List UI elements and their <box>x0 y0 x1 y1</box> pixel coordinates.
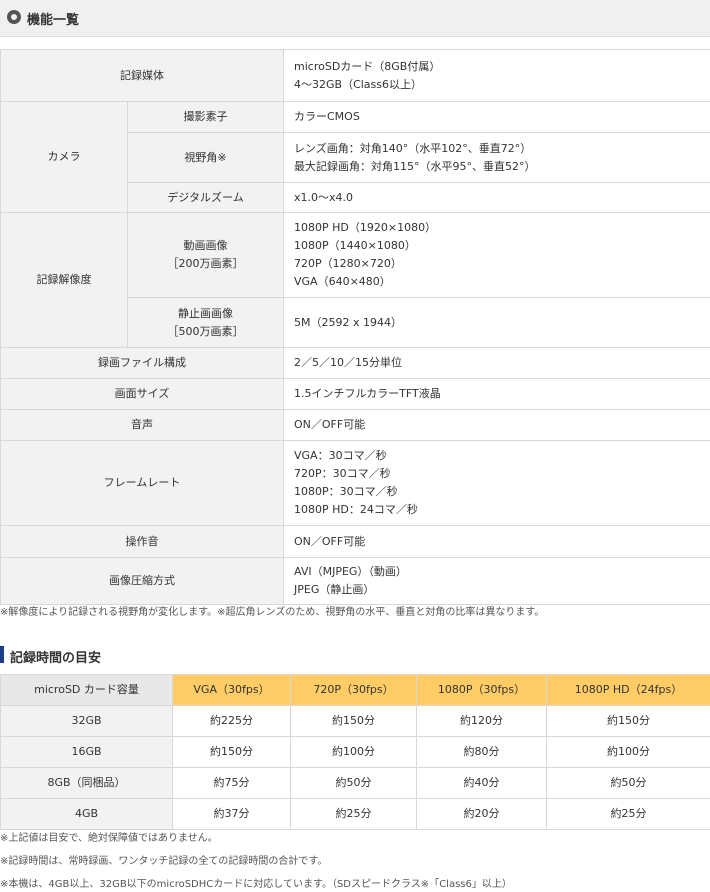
spec-value-line: 1080P HD：24コマ／秒 <box>294 503 418 516</box>
table-cell: 約150分 <box>290 705 417 737</box>
column-header: 1080P（30fps） <box>416 674 547 706</box>
spec-group-label: 記録解像度 <box>0 212 128 348</box>
table-cell: 約100分 <box>546 736 710 768</box>
spec-value-line: JPEG（静止画） <box>294 583 375 596</box>
spec-label: デジタルズーム <box>127 182 284 213</box>
spec-label: 撮影素子 <box>127 101 284 133</box>
table-cell: 約75分 <box>172 767 291 799</box>
spec-label-line: 静止画画像 <box>178 306 233 320</box>
table-cell: 約150分 <box>172 736 291 768</box>
footnote: ※解像度により記録される視野角が変化します。※超広角レンズのため、視野角の水平、… <box>0 607 545 618</box>
spec-label: 録画ファイル構成 <box>0 347 284 379</box>
spec-label-line: 動画画像 <box>183 239 228 252</box>
footnote: ※記録時間は、常時録画、ワンタッチ記録の全ての記録時間の合計です。 <box>0 856 328 867</box>
table-header-row: microSD カード容量 VGA（30fps） 720P（30fps） 108… <box>0 674 710 706</box>
footnote: ※本機は、4GB以上、32GB以下のmicroSDHCカードに対応しています。（… <box>0 879 512 890</box>
section-header: 記録時間の目安 <box>0 645 710 666</box>
spec-label: フレームレート <box>0 440 284 526</box>
table-cell: 約225分 <box>172 705 291 737</box>
table-row: 画面サイズ 1.5インチフルカラーTFT液晶 <box>0 378 710 410</box>
table-cell: 約25分 <box>546 798 710 830</box>
spec-label: 記録媒体 <box>0 49 284 102</box>
spec-label: 画面サイズ <box>0 378 284 410</box>
spec-value: 5M（2592 x 1944） <box>283 297 710 348</box>
table-row: 16GB 約150分 約100分 約80分 約100分 <box>0 736 710 768</box>
table-cell: 約120分 <box>416 705 547 737</box>
spec-value-line: AVI（MJPEG）（動画） <box>294 565 407 578</box>
spec-value: レンズ画角：対角140°（水平102°、垂直72°） 最大記録画角：対角115°… <box>283 132 710 183</box>
table-row: 画像圧縮方式 AVI（MJPEG）（動画） JPEG（静止画） <box>0 557 710 605</box>
section-title: 記録時間の目安 <box>10 651 102 666</box>
spec-label-line: ［200万画素］ <box>167 257 244 270</box>
spec-label: 視野角※ <box>127 132 284 183</box>
spec-value: 1.5インチフルカラーTFT液晶 <box>283 378 710 410</box>
spec-label: 音声 <box>0 409 284 441</box>
record-time-table: microSD カード容量 VGA（30fps） 720P（30fps） 108… <box>0 674 710 830</box>
table-cell: 約37分 <box>172 798 291 830</box>
circle-bullet-icon <box>7 10 21 24</box>
spec-value-line: 720P：30コマ／秒 <box>294 467 391 480</box>
table-cell: 約150分 <box>546 705 710 737</box>
spec-value: microSDカード（8GB付属） 4～32GB（Class6以上） <box>283 49 710 102</box>
spec-value-line: 720P（1280×720） <box>294 257 402 270</box>
table-cell: 約20分 <box>416 798 547 830</box>
spec-value-line: レンズ画角：対角140°（水平102°、垂直72°） <box>294 141 532 155</box>
spec-value-line: microSDカード（8GB付属） <box>294 59 441 73</box>
table-cell: 約40分 <box>416 767 547 799</box>
spec-value-line: VGA（640×480） <box>294 275 391 288</box>
table-row: 音声 ON／OFF可能 <box>0 409 710 441</box>
spec-value-line: 1080P：30コマ／秒 <box>294 485 398 498</box>
accent-bar <box>0 646 4 663</box>
spec-value-line: 最大記録画角：対角115°（水平95°、垂直52°） <box>294 159 536 173</box>
table-row: 記録解像度 動画画像 ［200万画素］ 1080P HD（1920×1080） … <box>0 212 710 348</box>
table-cell: 約50分 <box>290 767 417 799</box>
spec-value: x1.0～x4.0 <box>283 182 710 213</box>
column-header: 720P（30fps） <box>290 674 417 706</box>
table-row: カメラ 撮影素子 カラーCMOS <box>0 101 710 213</box>
table-row: 4GB 約37分 約25分 約20分 約25分 <box>0 798 710 830</box>
spec-label-line: ［500万画素］ <box>167 324 244 338</box>
spec-value: 2／5／10／15分単位 <box>283 347 710 379</box>
spec-value: AVI（MJPEG）（動画） JPEG（静止画） <box>283 557 710 605</box>
table-row: 32GB 約225分 約150分 約120分 約150分 <box>0 705 710 737</box>
row-label: 16GB <box>0 736 173 768</box>
spec-label: 画像圧縮方式 <box>0 557 284 605</box>
table-row: 録画ファイル構成 2／5／10／15分単位 <box>0 347 710 379</box>
row-label: 32GB <box>0 705 173 737</box>
spec-group-label: カメラ <box>0 101 128 213</box>
table-cell: 約25分 <box>290 798 417 830</box>
spec-value: ON／OFF可能 <box>283 525 710 558</box>
column-header: VGA（30fps） <box>172 674 291 706</box>
spec-value: ON／OFF可能 <box>283 409 710 441</box>
section-title: 機能一覧 <box>27 13 80 28</box>
table-row: 操作音 ON／OFF可能 <box>0 525 710 558</box>
table-row: フレームレート VGA：30コマ／秒 720P：30コマ／秒 1080P：30コ… <box>0 440 710 526</box>
row-label: 8GB（同梱品） <box>0 767 173 799</box>
spec-value: 1080P HD（1920×1080） 1080P（1440×1080） 720… <box>283 212 710 298</box>
footnote: ※上記値は目安で、絶対保障値ではありません。 <box>0 833 218 844</box>
spec-value-line: VGA：30コマ／秒 <box>294 449 387 462</box>
spec-value-line: 1080P（1440×1080） <box>294 239 416 252</box>
spec-value: カラーCMOS <box>283 101 710 133</box>
table-cell: 約50分 <box>546 767 710 799</box>
table-row: 8GB（同梱品） 約75分 約50分 約40分 約50分 <box>0 767 710 799</box>
column-header: 1080P HD（24fps） <box>546 674 710 706</box>
spec-table: 記録媒体 microSDカード（8GB付属） 4～32GB（Class6以上） … <box>0 49 710 605</box>
spec-value: VGA：30コマ／秒 720P：30コマ／秒 1080P：30コマ／秒 1080… <box>283 440 710 526</box>
column-header: microSD カード容量 <box>0 674 173 706</box>
spec-value-line: 1080P HD（1920×1080） <box>294 221 437 234</box>
spec-value-line: 4～32GB（Class6以上） <box>294 77 423 91</box>
spec-label: 動画画像 ［200万画素］ <box>127 212 284 298</box>
table-cell: 約80分 <box>416 736 547 768</box>
table-row: 記録媒体 microSDカード（8GB付属） 4～32GB（Class6以上） <box>0 49 710 102</box>
row-label: 4GB <box>0 798 173 830</box>
spec-label: 操作音 <box>0 525 284 558</box>
table-cell: 約100分 <box>290 736 417 768</box>
spec-label: 静止画画像 ［500万画素］ <box>127 297 284 348</box>
section-header: 機能一覧 <box>0 0 710 37</box>
